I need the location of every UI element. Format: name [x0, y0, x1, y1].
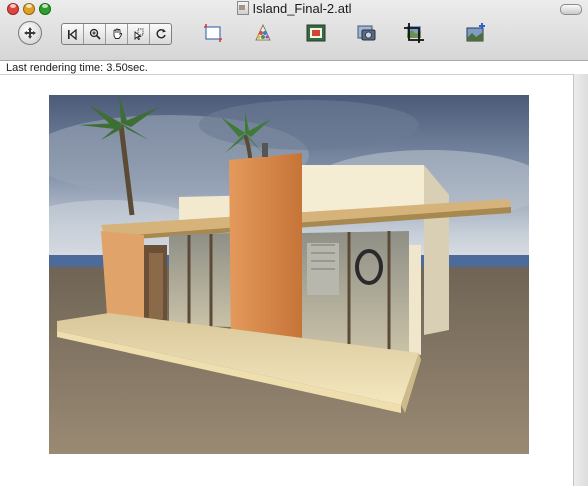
select-tool-button[interactable] — [128, 24, 150, 44]
move-cross-icon — [24, 27, 36, 39]
crop-image-button[interactable] — [403, 22, 425, 44]
render-image-icon — [306, 24, 326, 42]
rendered-scene-image — [49, 95, 529, 454]
crop-frame-icon — [204, 24, 222, 42]
crop-frame-button[interactable] — [202, 22, 224, 44]
window-title-area: Island_Final-2.atl — [0, 1, 588, 17]
navigation-tools-segment — [61, 23, 172, 45]
zoom-tool-button[interactable] — [84, 24, 106, 44]
camera-snapshot-icon — [357, 25, 376, 41]
color-palette-icon — [255, 23, 271, 41]
first-frame-button[interactable] — [62, 24, 84, 44]
pointer-select-icon — [134, 28, 143, 40]
rotate-tool-button[interactable] — [150, 24, 171, 44]
rendering-time-status: Last rendering time: 3.50sec. — [6, 62, 148, 74]
document-icon — [236, 1, 249, 15]
toolbar-toggle-button[interactable] — [560, 4, 582, 15]
rendered-house-scene — [49, 95, 529, 454]
pan-tool-button[interactable] — [106, 24, 128, 44]
title-toolbar-area: Island_Final-2.atl — [0, 0, 588, 61]
window-title: Island_Final-2.atl — [252, 1, 352, 16]
render-window: Island_Final-2.atl Last rendering time: … — [0, 0, 588, 487]
window-resize-edge — [573, 74, 588, 486]
hand-pan-icon — [113, 28, 122, 39]
first-frame-icon — [68, 28, 77, 40]
render-button[interactable] — [305, 22, 327, 44]
add-image-button[interactable] — [465, 22, 487, 44]
snapshot-button[interactable] — [355, 22, 377, 44]
move-tool-button[interactable] — [18, 21, 42, 45]
crop-image-icon — [404, 23, 424, 43]
zoom-icon — [89, 28, 101, 40]
add-image-icon — [466, 23, 485, 42]
materials-palette-button[interactable] — [252, 22, 274, 44]
rotate-icon — [156, 29, 166, 39]
